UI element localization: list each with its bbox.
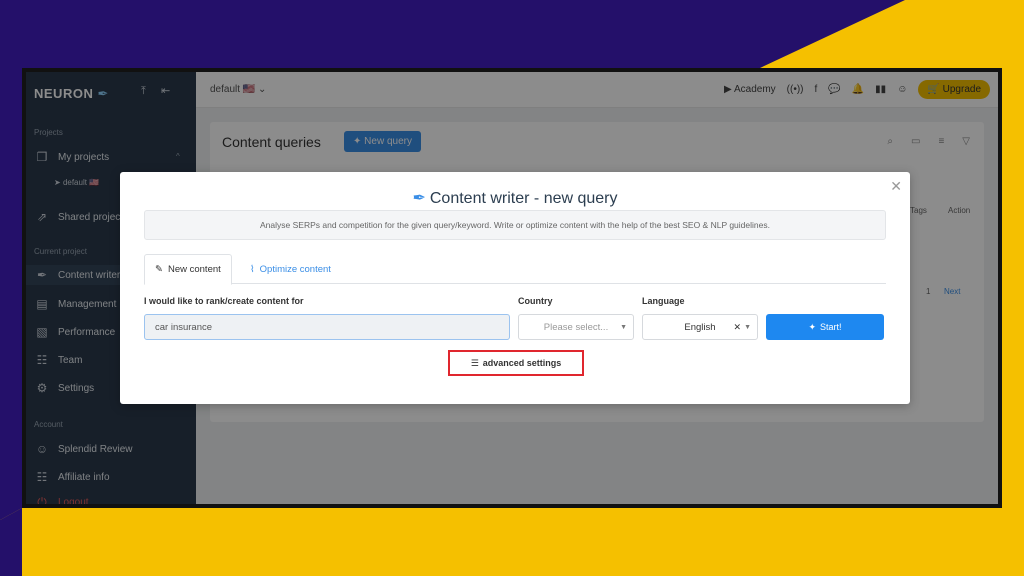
keyword-input[interactable]: car insurance: [144, 314, 510, 340]
magic-wand-icon: ✦: [808, 321, 817, 332]
tab-new-content[interactable]: ✎ New content: [144, 254, 232, 285]
keyword-label: I would like to rank/create content for: [144, 296, 304, 306]
modal-description: Analyse SERPs and competition for the gi…: [144, 210, 886, 240]
advanced-settings-button[interactable]: ☰ advanced settings: [448, 350, 584, 376]
clear-icon[interactable]: ✕: [733, 322, 741, 333]
content-tabs: ✎ New content ⌇ Optimize content: [144, 254, 886, 285]
language-select[interactable]: English ✕ ▼: [642, 314, 758, 340]
modal-title: ✒ Content writer - new query: [412, 190, 618, 207]
caret-down-icon: ▼: [744, 323, 751, 331]
country-select[interactable]: Please select... ▼: [518, 314, 634, 340]
language-label: Language: [642, 296, 685, 306]
country-label: Country: [518, 296, 553, 306]
screenshot-frame: NEURON ✒ ⤒ ⇤ Projects ❐ My projects ^ ➤ …: [22, 68, 1002, 508]
tab-optimize-content[interactable]: ⌇ Optimize content: [240, 254, 341, 284]
caret-down-icon: ▼: [620, 323, 627, 331]
feather-icon: ✒: [412, 190, 426, 207]
line-chart-icon: ⌇: [250, 263, 255, 275]
pencil-icon: ✎: [155, 264, 163, 275]
sliders-icon: ☰: [470, 357, 479, 368]
start-button[interactable]: ✦ Start!: [766, 314, 884, 340]
new-query-modal: ✕ ✒ Content writer - new query Analyse SE…: [120, 172, 910, 404]
